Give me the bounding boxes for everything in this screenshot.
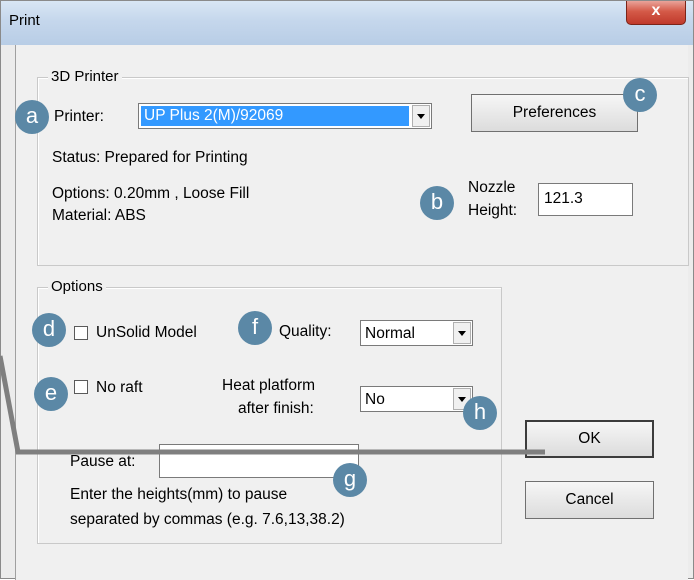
- ok-button[interactable]: OK: [525, 420, 654, 458]
- ok-button-label: OK: [578, 430, 601, 447]
- no-raft-label: No raft: [96, 379, 143, 396]
- preferences-button-label: Preferences: [512, 104, 597, 121]
- options-group-legend: Options: [48, 278, 106, 295]
- heat-platform-select[interactable]: No: [360, 386, 473, 412]
- close-button[interactable]: x: [626, 1, 686, 25]
- annotation-badge-h: h: [463, 396, 497, 430]
- nozzle-height-value: 121.3: [544, 190, 583, 207]
- title-bar: Print x: [1, 1, 693, 45]
- no-raft-checkbox[interactable]: [74, 380, 88, 394]
- chevron-down-icon[interactable]: [412, 105, 430, 127]
- heat-platform-select-value: No: [365, 391, 385, 408]
- annotation-badge-c: c: [623, 78, 657, 112]
- annotation-badge-e: e: [34, 377, 68, 411]
- close-icon: x: [651, 2, 661, 19]
- cancel-button[interactable]: Cancel: [525, 481, 654, 519]
- annotation-badge-d: d: [32, 313, 66, 347]
- nozzle-height-input[interactable]: 121.3: [538, 183, 633, 216]
- pause-at-input[interactable]: [159, 444, 359, 478]
- heat-platform-label-line1: Heat platform: [222, 377, 316, 394]
- annotation-badge-f: f: [238, 311, 272, 345]
- printer-select[interactable]: UP Plus 2(M)/92069: [138, 103, 432, 129]
- heat-platform-label-line2: after finish:: [238, 400, 314, 417]
- printer-select-value: UP Plus 2(M)/92069: [141, 106, 409, 126]
- nozzle-label-line2: Height:: [468, 202, 518, 219]
- unsolid-model-checkbox[interactable]: [74, 326, 88, 340]
- dialog-body: 3D Printer Printer: UP Plus 2(M)/92069 P…: [15, 45, 689, 580]
- printer-group-legend: 3D Printer: [48, 68, 122, 85]
- cancel-button-label: Cancel: [565, 491, 614, 508]
- unsolid-model-label: UnSolid Model: [96, 324, 197, 341]
- preferences-button[interactable]: Preferences: [471, 94, 638, 132]
- annotation-badge-g: g: [333, 463, 367, 497]
- printer-label: Printer:: [54, 108, 104, 125]
- status-text: Status: Prepared for Printing: [52, 149, 248, 166]
- pause-hint-line1: Enter the heights(mm) to pause: [70, 486, 288, 503]
- pause-at-label: Pause at:: [70, 453, 136, 470]
- chevron-down-icon[interactable]: [453, 322, 471, 344]
- quality-label: Quality:: [279, 323, 332, 340]
- quality-select-value: Normal: [365, 325, 415, 342]
- pause-hint-line2: separated by commas (e.g. 7.6,13,38.2): [70, 511, 345, 528]
- material-text: Material: ABS: [52, 207, 146, 224]
- options-text: Options: 0.20mm , Loose Fill: [52, 185, 250, 202]
- window-title: Print: [9, 12, 40, 29]
- quality-select[interactable]: Normal: [360, 320, 473, 346]
- annotation-badge-a: a: [15, 100, 49, 134]
- annotation-badge-b: b: [420, 186, 454, 220]
- nozzle-label-line1: Nozzle: [468, 179, 516, 196]
